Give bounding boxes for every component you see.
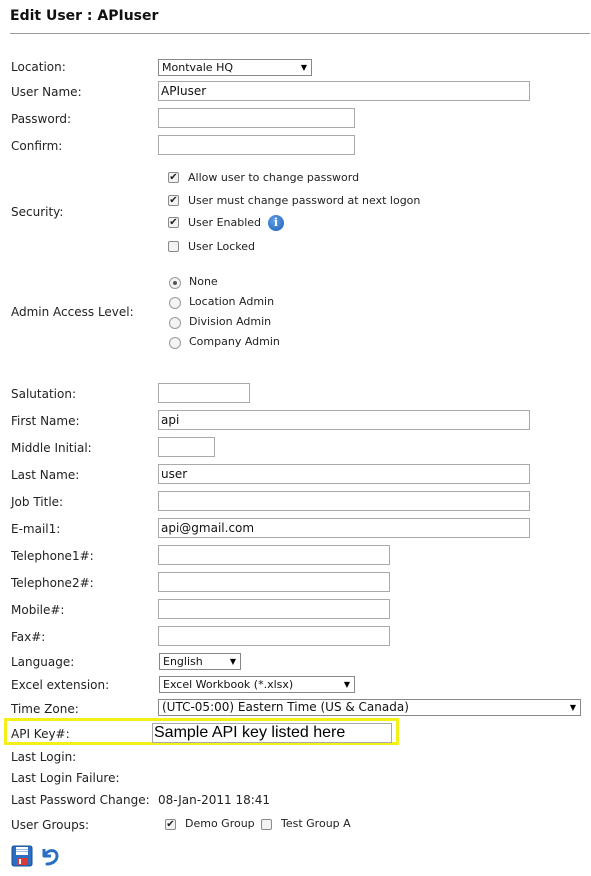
admin-level-division-label: Division Admin [189,315,272,328]
chevron-down-icon: ▼ [343,680,350,689]
chevron-down-icon: ▼ [569,703,576,712]
undo-icon[interactable] [39,845,61,867]
admin-level-division-radio[interactable] [169,317,181,329]
api-key-field[interactable]: Sample API key listed here [152,723,392,743]
allow-change-password-checkbox[interactable]: ✔ [168,172,179,183]
user-group-demo-label: Demo Group [185,817,255,830]
salutation-input[interactable] [158,383,250,403]
fax-label: Fax#: [11,630,46,644]
fax-input[interactable] [158,626,390,646]
password-input[interactable] [158,108,355,128]
first-name-input[interactable]: api [158,410,530,430]
page-title: Edit User : APIuser [10,8,159,24]
last-name-label: Last Name: [11,468,80,482]
mobile-input[interactable] [158,599,390,619]
language-label: Language: [11,655,75,669]
admin-level-company-label: Company Admin [189,335,280,348]
email-input[interactable]: api@gmail.com [158,518,530,538]
info-icon[interactable]: i [268,215,284,231]
user-group-test-a-label: Test Group A [281,817,351,830]
salutation-label: Salutation: [11,387,76,401]
excel-extension-select[interactable]: Excel Workbook (*.xlsx) ▼ [159,676,355,693]
location-select[interactable]: Montvale HQ ▼ [158,59,312,76]
security-label: Security: [11,205,64,219]
first-name-label: First Name: [11,414,80,428]
last-name-input[interactable]: user [158,464,530,484]
username-input[interactable]: APIuser [158,81,530,101]
telephone2-label: Telephone2#: [11,576,94,590]
admin-level-location-label: Location Admin [189,295,275,308]
last-password-change-value: 08-Jan-2011 18:41 [158,793,271,807]
excel-extension-select-value: Excel Workbook (*.xlsx) [163,678,294,691]
chevron-down-icon: ▼ [229,657,236,666]
middle-initial-label: Middle Initial: [11,441,92,455]
language-select-value: English [163,655,203,668]
last-login-failure-label: Last Login Failure: [11,771,120,785]
must-change-password-label: User must change password at next logon [188,194,421,207]
location-label: Location: [11,60,66,74]
email-label: E-mail1: [11,522,61,536]
must-change-password-checkbox[interactable]: ✔ [168,195,179,206]
chevron-down-icon: ▼ [300,63,307,72]
user-group-test-a-checkbox[interactable] [261,819,272,830]
job-title-input[interactable] [158,491,530,511]
middle-initial-input[interactable] [158,437,215,457]
telephone1-input[interactable] [158,545,390,565]
save-icon[interactable] [11,845,33,867]
location-select-value: Montvale HQ [162,61,234,74]
admin-level-company-radio[interactable] [169,337,181,349]
user-locked-checkbox[interactable] [168,241,179,252]
excel-extension-label: Excel extension: [11,678,110,692]
confirm-password-input[interactable] [158,135,355,155]
admin-level-none-radio[interactable] [169,277,181,289]
admin-level-location-radio[interactable] [169,297,181,309]
telephone1-label: Telephone1#: [11,549,94,563]
mobile-label: Mobile#: [11,603,65,617]
time-zone-select[interactable]: (UTC-05:00) Eastern Time (US & Canada) ▼ [158,699,581,716]
language-select[interactable]: English ▼ [159,653,241,670]
confirm-label: Confirm: [11,139,63,153]
user-group-demo-checkbox[interactable]: ✔ [165,819,176,830]
user-groups-label: User Groups: [11,818,89,832]
title-divider [10,33,590,34]
time-zone-label: Time Zone: [11,702,79,716]
allow-change-password-label: Allow user to change password [188,171,360,184]
last-login-label: Last Login: [11,750,77,764]
job-title-label: Job Title: [11,495,64,509]
admin-level-none-label: None [189,275,218,288]
password-label: Password: [11,112,72,126]
last-password-change-label: Last Password Change: [11,793,150,807]
username-label: User Name: [11,85,82,99]
api-key-label: API Key#: [11,727,70,741]
admin-access-label: Admin Access Level: [11,305,134,319]
telephone2-input[interactable] [158,572,390,592]
user-enabled-checkbox[interactable]: ✔ [168,217,179,228]
time-zone-select-value: (UTC-05:00) Eastern Time (US & Canada) [162,700,409,714]
user-locked-label: User Locked [188,240,256,253]
user-enabled-label: User Enabled [188,216,262,229]
